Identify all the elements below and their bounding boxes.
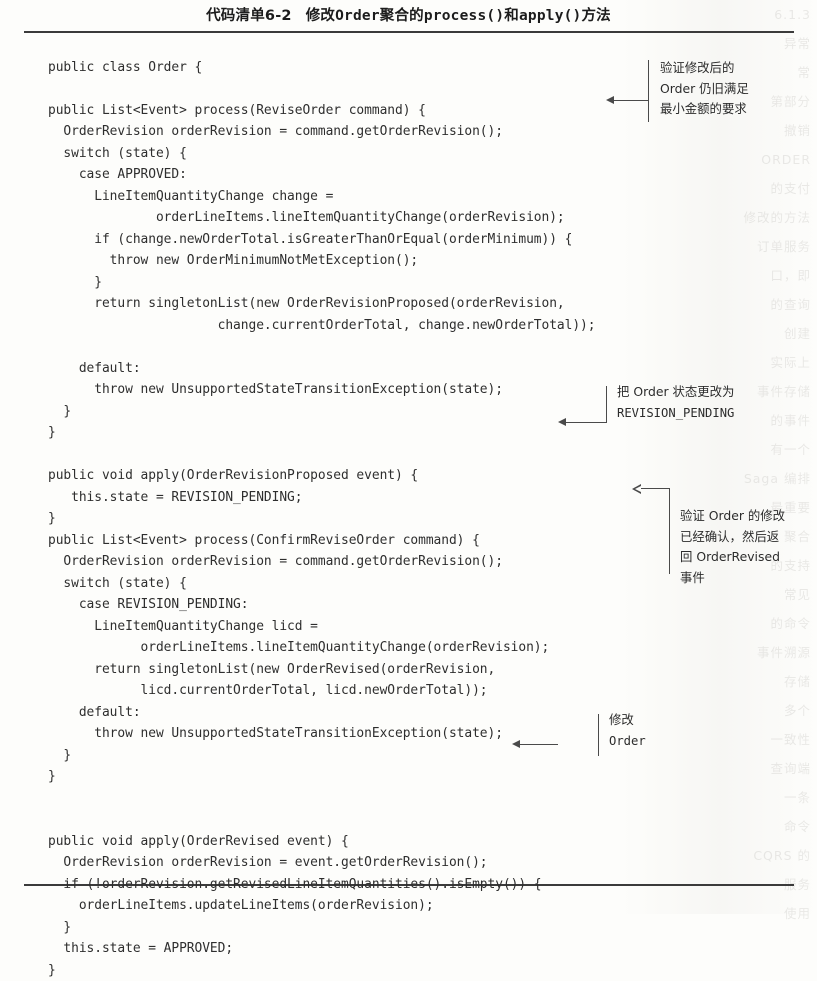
annotation-2-bracket — [606, 386, 607, 423]
annotation-2-line-2: REVISION_PENDING — [617, 406, 735, 420]
annotation-4-arrow-icon — [512, 740, 520, 748]
annotation-3-arrow-icon — [632, 484, 641, 494]
caption-title-post: 方法 — [581, 8, 611, 24]
code-line: } — [48, 511, 56, 527]
code-line: this.state = REVISION_PENDING; — [48, 489, 303, 505]
annotation-1-text: 验证修改后的 Order 仍旧满足 最小金额的要求 — [660, 60, 749, 116]
code-line: } — [48, 274, 102, 290]
code-line: return singletonList(new OrderRevised(or… — [48, 661, 496, 677]
annotation-1-arrow-icon — [606, 96, 614, 104]
caption-title-pre: 修改 — [305, 8, 336, 24]
code-line: public List<Event> process(ConfirmRevise… — [48, 532, 480, 548]
code-line: OrderRevision orderRevision = event.getO… — [48, 855, 488, 871]
annotation-4-line-2: Order — [609, 734, 646, 748]
code-line: OrderRevision orderRevision = command.ge… — [48, 124, 503, 140]
code-line: if (!orderRevision.getRevisedLineItemQua… — [48, 876, 542, 892]
code-line: OrderRevision orderRevision = command.ge… — [48, 554, 503, 570]
code-line: LineItemQuantityChange change = — [48, 188, 334, 204]
annotation-1-leader — [614, 100, 648, 101]
code-line: } — [48, 962, 56, 978]
listing-top-rule — [24, 31, 794, 33]
annotation-2-leader — [566, 422, 606, 423]
code-line: default: — [48, 360, 141, 376]
annotation-3-bracket — [669, 488, 670, 574]
code-line: orderLineItems.lineItemQuantityChange(or… — [48, 210, 565, 226]
caption-mono-apply: apply() — [518, 8, 582, 24]
code-line: } — [48, 919, 72, 935]
code-line: case APPROVED: — [48, 167, 187, 183]
code-line: public List<Event> process(ReviseOrder c… — [48, 102, 426, 118]
annotation-3-text: 验证 Order 的修改 已经确认，然后返 回 OrderRevised 事件 — [680, 508, 786, 585]
code-line: orderLineItems.lineItemQuantityChange(or… — [48, 640, 550, 656]
code-listing: public class Order { public List<Event> … — [48, 57, 748, 981]
annotation-3-leader — [641, 488, 669, 489]
annotation-2-arrow-icon — [558, 418, 566, 426]
code-line: change.currentOrderTotal, change.newOrde… — [48, 317, 596, 333]
caption-mono-order: Order — [335, 8, 380, 24]
caption-number: 代码清单6-2 — [206, 8, 292, 24]
code-line: public void apply(OrderRevisionProposed … — [48, 468, 419, 484]
caption-title-mid: 聚合的 — [379, 8, 424, 24]
code-line: return singletonList(new OrderRevisionPr… — [48, 296, 565, 312]
code-line: licd.currentOrderTotal, licd.newOrderTot… — [48, 683, 488, 699]
code-line: switch (state) { — [48, 575, 187, 591]
annotation-1-bracket — [648, 60, 649, 122]
annotation-2-line-1: 把 Order 状态更改为 — [617, 384, 735, 399]
code-line: LineItemQuantityChange licd = — [48, 618, 318, 634]
code-line: switch (state) { — [48, 145, 187, 161]
code-line: public class Order { — [48, 59, 203, 75]
code-line: } — [48, 769, 56, 785]
annotation-4-leader — [520, 744, 558, 745]
code-line: throw new OrderMinimumNotMetException(); — [48, 253, 419, 269]
code-line: } — [48, 425, 56, 441]
code-line: this.state = APPROVED; — [48, 941, 234, 957]
code-line: default: — [48, 704, 141, 720]
listing-caption: 代码清单6-2 修改Order聚合的process()和apply()方法 — [0, 4, 817, 25]
annotation-4-bracket — [598, 714, 599, 756]
caption-title-and: 和 — [504, 8, 519, 24]
code-line: if (change.newOrderTotal.isGreaterThanOr… — [48, 231, 573, 247]
annotation-4-line-1: 修改 — [609, 712, 634, 727]
caption-mono-process: process() — [423, 8, 505, 24]
code-line: case REVISION_PENDING: — [48, 597, 249, 613]
code-line: public void apply(OrderRevised event) { — [48, 833, 349, 849]
